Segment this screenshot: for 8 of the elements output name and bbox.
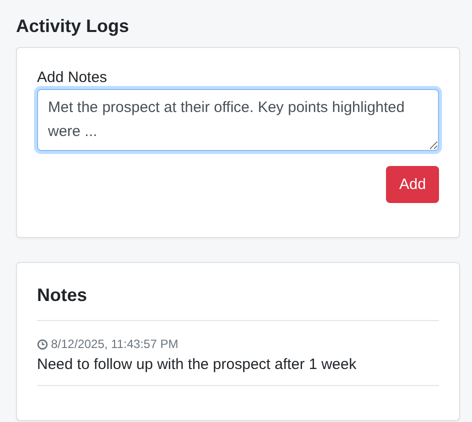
- notes-heading: Notes: [37, 285, 439, 321]
- page-title: Activity Logs: [16, 15, 130, 38]
- note-text: Need to follow up with the prospect after 1 week: [37, 356, 358, 373]
- clock-icon: [37, 338, 48, 350]
- note-timestamp: 8/12/2025, 11:43:57 PM: [51, 337, 178, 351]
- notes-input-field[interactable]: Met the prospect at their office. Key points highlighted were ...: [37, 89, 439, 151]
- add-button[interactable]: Add: [386, 166, 439, 203]
- field-label: Add Notes: [37, 69, 108, 86]
